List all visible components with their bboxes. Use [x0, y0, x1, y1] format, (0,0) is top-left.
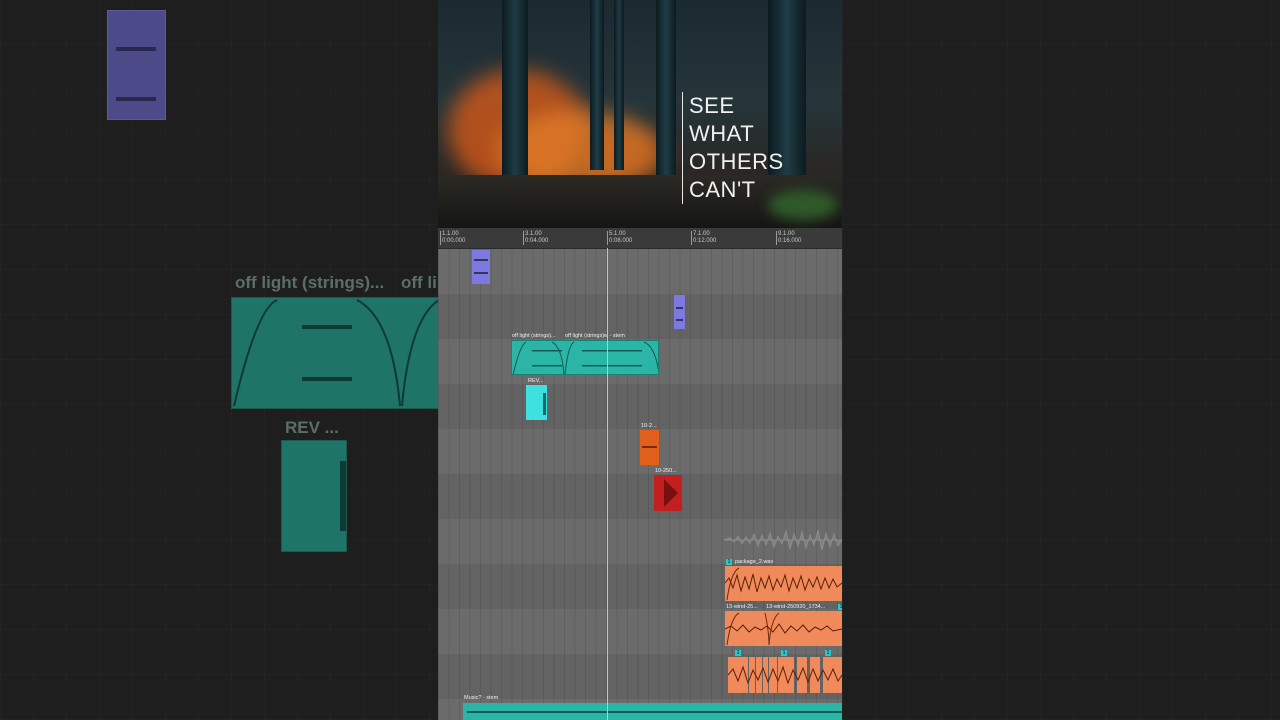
clip-badge: 1	[735, 650, 741, 656]
orange-clip[interactable]	[640, 430, 659, 465]
music-stem-clip[interactable]	[463, 703, 842, 720]
clip-name: package_2.wav	[735, 559, 774, 565]
clip-name: 13-wind-250920_1734...	[766, 604, 826, 610]
ruler-marker: 5.1.00 0:08.000	[607, 231, 633, 245]
right-backdrop	[842, 0, 1280, 720]
poster-tagline: SEE WHAT OTHERS CAN'T	[682, 92, 784, 204]
clip-name: 13-wind-25...	[726, 604, 758, 610]
rev-clip[interactable]	[526, 385, 547, 420]
ruler-marker: 1.1.00 0:00.000	[440, 231, 466, 245]
timeline-ruler[interactable]: 1.1.00 0:00.000 3.1.00 0:04.000 5.1.00 0:08…	[438, 228, 842, 249]
ruler-marker: 3.1.00 0:04.000	[523, 231, 549, 245]
daw-view: SEE WHAT OTHERS CAN'T 1.1.00 0:00.000 3.1…	[438, 0, 842, 720]
wind-wave	[725, 612, 842, 646]
tree-trunk	[502, 0, 528, 180]
clip-name: off light (strings)w - stem	[565, 333, 625, 339]
strings-clip[interactable]	[511, 340, 659, 375]
zoom-strings-label-2: off li	[401, 273, 437, 292]
playhead-cursor[interactable]	[607, 248, 608, 720]
clip-name: 10-250...	[655, 468, 677, 474]
ruler-marker: 7.1.00 0:12.000	[691, 231, 717, 245]
tree-trunk	[614, 0, 624, 170]
clip-badge: 1	[781, 650, 787, 656]
poster-image: SEE WHAT OTHERS CAN'T	[438, 0, 842, 228]
clip-name: 10-2...	[641, 423, 657, 429]
zoom-purple-clip	[107, 10, 166, 120]
package-clip[interactable]	[725, 566, 842, 601]
clip-name: Music? - stem	[464, 695, 499, 701]
zoom-fade-curves	[233, 299, 438, 407]
right-grid	[842, 0, 1280, 720]
clip-name: off light (strings)...	[512, 333, 556, 339]
tagline-line: OTHERS	[689, 149, 784, 174]
wind-clip[interactable]	[725, 611, 842, 646]
tagline-line: CAN'T	[689, 177, 756, 202]
zoom-rev-clip	[281, 440, 347, 552]
zoom-rev-label: REV ...	[285, 418, 339, 437]
clip-badge: 1	[838, 604, 842, 610]
purple-clip[interactable]	[674, 295, 685, 329]
tagline-line: SEE	[689, 93, 735, 118]
zoom-strings-clip	[231, 297, 438, 409]
clip-badge: 1	[726, 559, 732, 565]
package-wave	[725, 567, 842, 601]
clip-name: REV...	[528, 378, 544, 384]
left-zoom-backdrop: off light (strings)... off li REV ...	[0, 0, 438, 720]
tagline-line: WHAT	[689, 121, 755, 146]
clip-badge: 1	[825, 650, 831, 656]
tree-trunk	[590, 0, 604, 170]
fade-curves	[512, 341, 658, 374]
purple-clip[interactable]	[472, 250, 490, 284]
red-clip-wave	[664, 479, 678, 507]
zoom-strings-label: off light (strings)...	[235, 273, 385, 292]
red-clip[interactable]	[654, 475, 682, 511]
chopped-wave	[728, 665, 842, 685]
ruler-marker: 9.1.00 0:16.000	[776, 231, 802, 245]
ghost-waveform	[724, 529, 842, 551]
tree-trunk	[656, 0, 676, 175]
